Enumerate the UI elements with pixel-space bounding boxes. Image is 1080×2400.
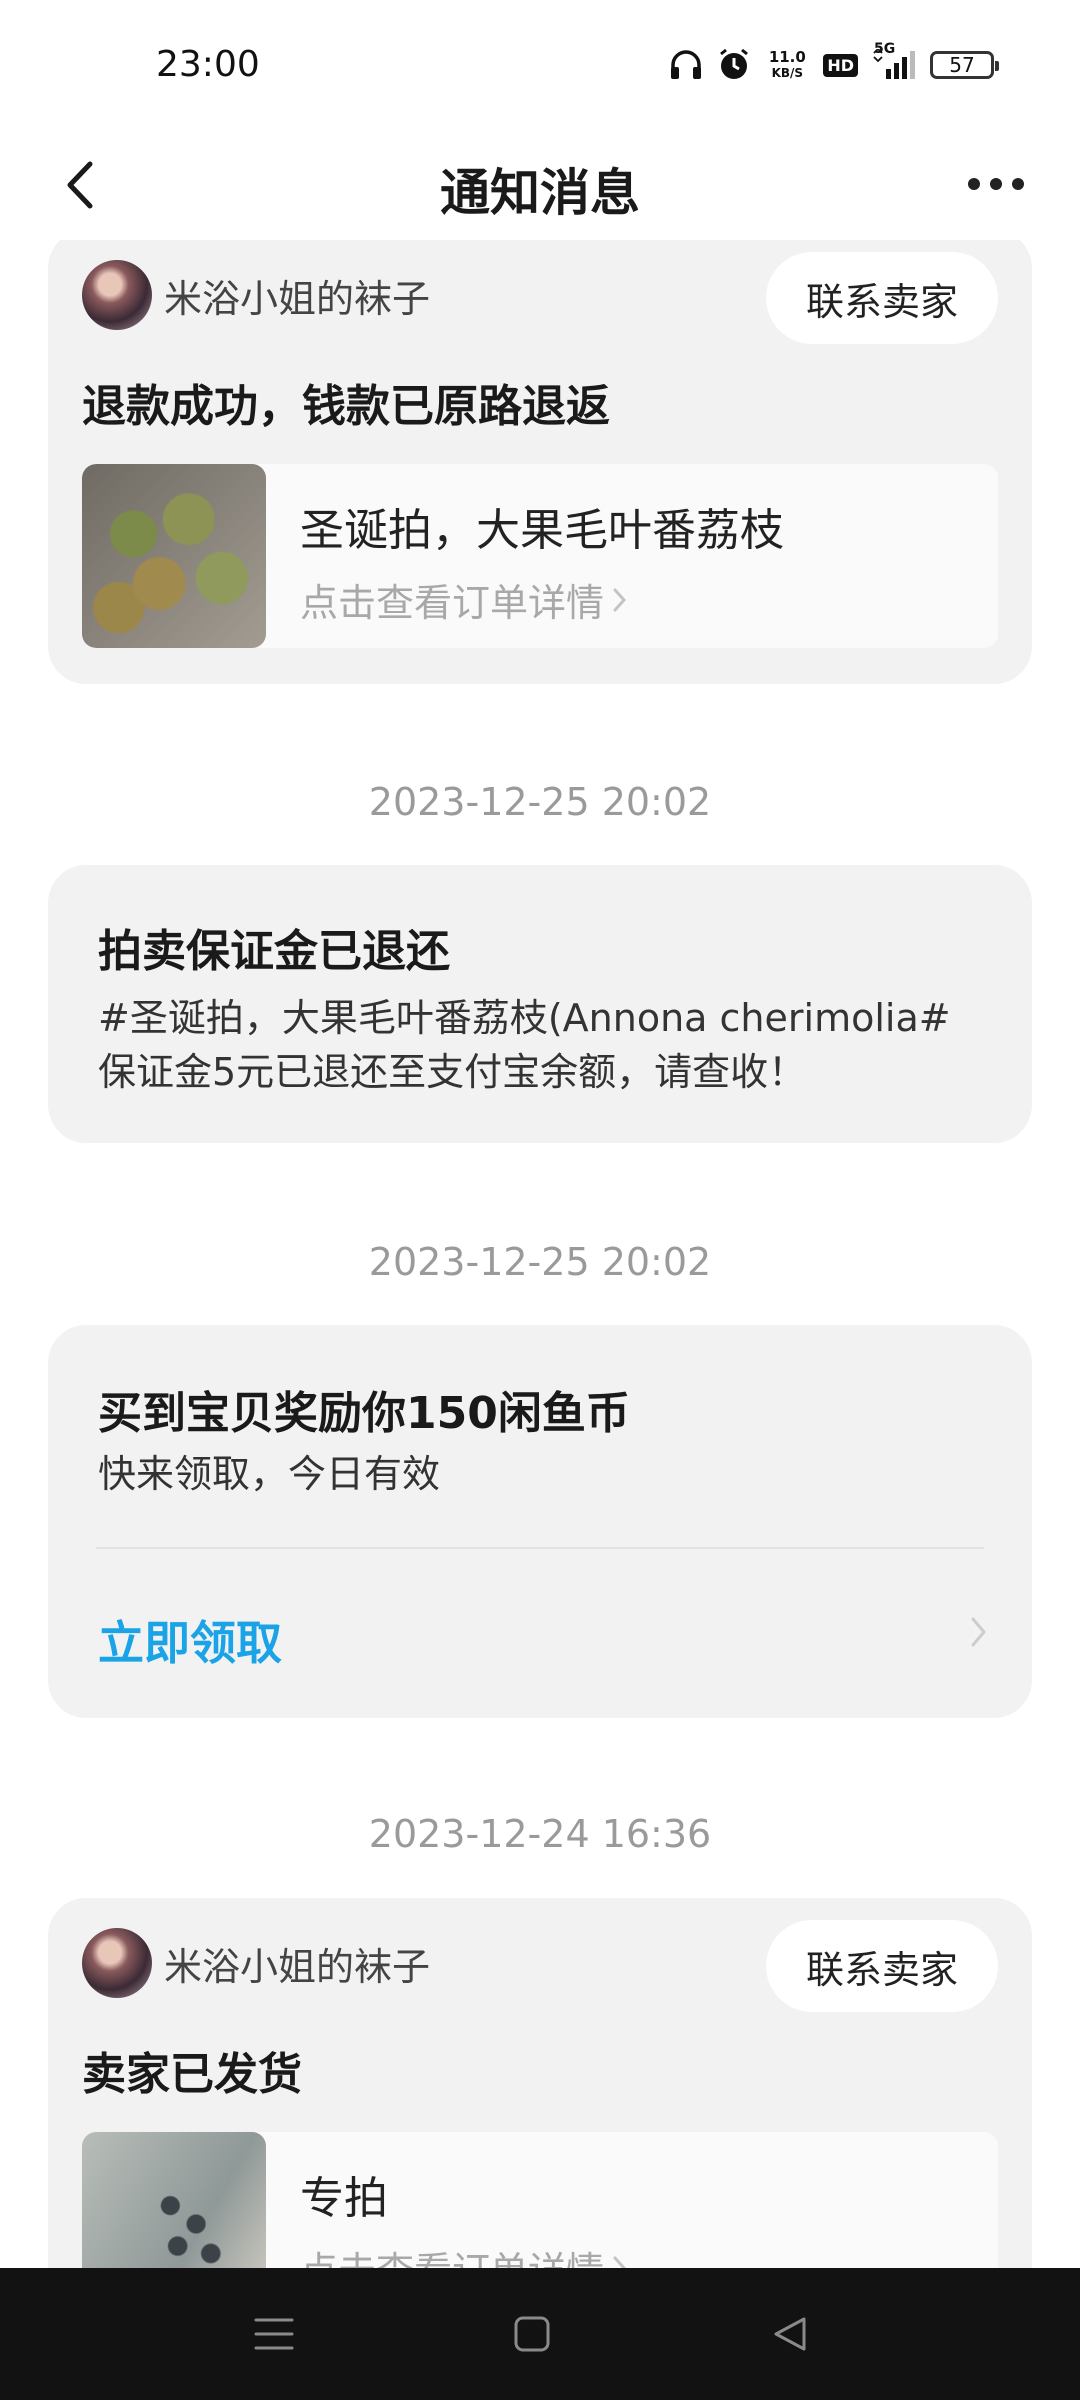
message-card-deposit[interactable]: 拍卖保证金已退还 #圣诞拍，大果毛叶番荔枝(Annona cherimolia#… bbox=[48, 865, 1032, 1143]
order-detail-link[interactable]: 点击查看订单详情 bbox=[300, 572, 628, 627]
message-title: 拍卖保证金已退还 bbox=[98, 926, 450, 977]
battery-icon: 57 bbox=[930, 51, 999, 79]
order-item[interactable]: 圣诞拍，大果毛叶番荔枝 点击查看订单详情 bbox=[82, 464, 998, 648]
item-thumbnail bbox=[82, 2132, 266, 2268]
order-detail-label: 点击查看订单详情 bbox=[300, 2240, 604, 2268]
message-body: #圣诞拍，大果毛叶番荔枝(Annona cherimolia# 保证金5元已退还… bbox=[98, 991, 998, 1099]
more-dots-icon bbox=[968, 178, 980, 190]
message-body-line: #圣诞拍，大果毛叶番荔枝(Annona cherimolia# bbox=[98, 996, 951, 1040]
item-name: 圣诞拍，大果毛叶番荔枝 bbox=[300, 505, 784, 556]
network-type-label: 5G bbox=[874, 41, 896, 57]
chevron-right-icon[interactable] bbox=[970, 1615, 988, 1653]
alarm-icon bbox=[717, 48, 751, 82]
home-button[interactable] bbox=[496, 2298, 568, 2370]
seller-name: 米浴小姐的袜子 bbox=[164, 1944, 431, 1989]
chevron-right-icon bbox=[613, 2256, 627, 2268]
signal-icon: 5G bbox=[872, 41, 916, 81]
menu-icon bbox=[254, 2318, 294, 2350]
divider bbox=[96, 1547, 984, 1549]
message-body-line: 保证金5元已退还至支付宝余额，请查收！ bbox=[98, 1050, 807, 1094]
back-triangle-icon bbox=[774, 2317, 806, 2351]
message-timestamp: 2023-12-24 16:36 bbox=[368, 1812, 712, 1856]
more-dot bbox=[990, 178, 1002, 190]
message-title: 买到宝贝奖励你150闲鱼币 bbox=[98, 1388, 630, 1439]
message-card-reward[interactable]: 买到宝贝奖励你150闲鱼币 快来领取，今日有效 立即领取 bbox=[48, 1325, 1032, 1718]
seller-info[interactable]: 米浴小姐的袜子 bbox=[82, 260, 430, 330]
status-time: 23:00 bbox=[156, 44, 260, 85]
contact-seller-button[interactable]: 联系卖家 bbox=[766, 1920, 998, 2012]
message-card-refund[interactable]: 米浴小姐的袜子 联系卖家 退款成功，钱款已原路退返 圣诞拍，大果毛叶番荔枝 点击… bbox=[48, 240, 1032, 684]
system-navigation-bar bbox=[0, 2268, 1080, 2400]
menu-button[interactable] bbox=[238, 2298, 310, 2370]
seller-info[interactable]: 米浴小姐的袜子 bbox=[82, 1928, 430, 1998]
hd-icon: HD bbox=[823, 53, 858, 77]
message-timestamp: 2023-12-25 20:02 bbox=[368, 1240, 712, 1284]
headphones-icon bbox=[669, 49, 703, 81]
net-speed-unit: KB/S bbox=[771, 65, 804, 80]
item-name: 专拍 bbox=[300, 2173, 388, 2224]
battery-level: 57 bbox=[949, 53, 975, 77]
more-button[interactable] bbox=[956, 159, 1036, 209]
home-square-icon bbox=[514, 2316, 550, 2352]
order-detail-label: 点击查看订单详情 bbox=[300, 581, 605, 625]
avatar[interactable] bbox=[82, 1928, 152, 1998]
item-thumbnail bbox=[82, 464, 266, 648]
chevron-right-icon bbox=[613, 588, 627, 611]
contact-seller-button[interactable]: 联系卖家 bbox=[766, 252, 998, 344]
message-title: 卖家已发货 bbox=[82, 2049, 302, 2100]
avatar[interactable] bbox=[82, 260, 152, 330]
claim-reward-link[interactable]: 立即领取 bbox=[98, 1607, 282, 1673]
order-detail-link[interactable]: 点击查看订单详情 bbox=[300, 2240, 628, 2268]
message-title: 退款成功，钱款已原路退返 bbox=[82, 381, 610, 432]
status-icons: 11.0 KB/S HD 5G 57 bbox=[669, 41, 999, 82]
more-dot bbox=[1012, 178, 1024, 190]
nav-bar: 通知消息 bbox=[0, 135, 1080, 240]
seller-name: 米浴小姐的袜子 bbox=[164, 276, 431, 321]
net-speed: 11.0 KB/S bbox=[765, 47, 809, 81]
message-card-shipped[interactable]: 米浴小姐的袜子 联系卖家 卖家已发货 专拍 点击查看订单详情 bbox=[48, 1898, 1032, 2268]
net-speed-value: 11.0 bbox=[768, 47, 806, 66]
message-list[interactable]: 米浴小姐的袜子 联系卖家 退款成功，钱款已原路退返 圣诞拍，大果毛叶番荔枝 点击… bbox=[0, 240, 1080, 2268]
page-title: 通知消息 bbox=[440, 164, 640, 222]
message-timestamp: 2023-12-25 20:02 bbox=[368, 780, 712, 824]
system-back-button[interactable] bbox=[754, 2298, 826, 2370]
status-bar: 23:00 11.0 KB/S HD 5G 57 bbox=[0, 0, 1080, 135]
order-item[interactable]: 专拍 点击查看订单详情 bbox=[82, 2132, 998, 2268]
message-body: 快来领取，今日有效 bbox=[98, 1452, 441, 1496]
